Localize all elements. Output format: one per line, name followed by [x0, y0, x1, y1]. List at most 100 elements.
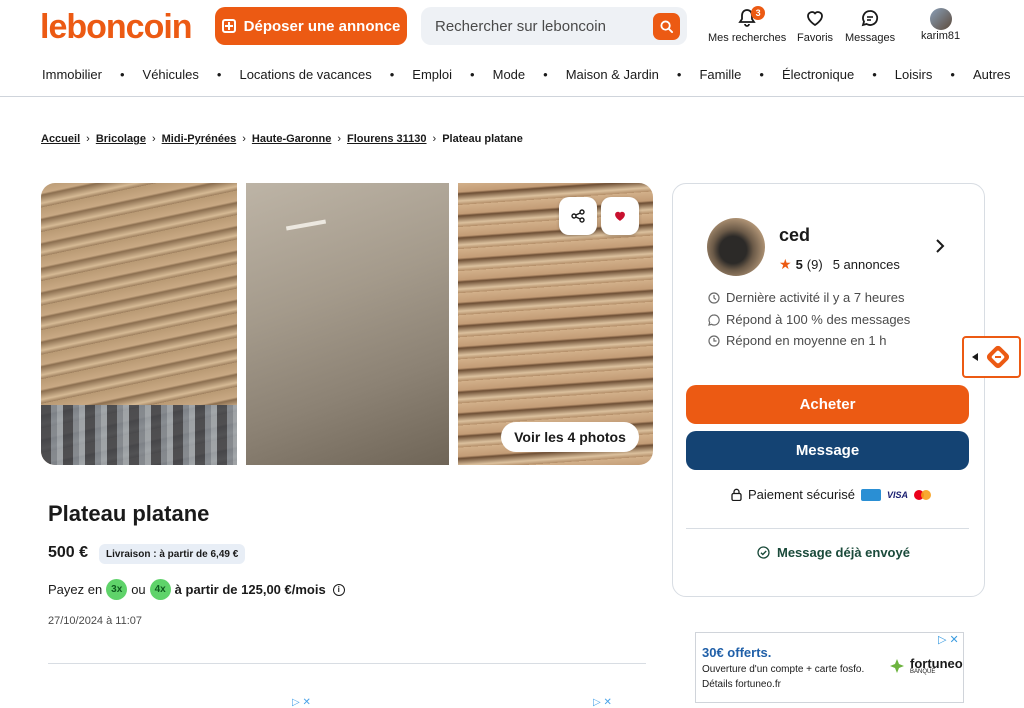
ad-brand-name: fortuneo	[910, 655, 963, 671]
listing-price: 500 €	[48, 544, 89, 561]
nav-separator: •	[950, 66, 955, 82]
clock-icon	[708, 334, 720, 347]
installment-3x-badge: 3x	[106, 579, 128, 600]
seller-avatar[interactable]	[707, 218, 765, 276]
rating-count: (9)	[806, 257, 823, 272]
mes-recherches-link[interactable]: 3 Mes recherches	[708, 6, 787, 44]
favoris-link[interactable]: Favoris	[797, 8, 833, 44]
share-icon	[571, 209, 585, 223]
notification-badge: 3	[751, 6, 766, 20]
nav-separator: •	[389, 66, 395, 82]
nav-item-autres[interactable]: Autres	[973, 67, 1011, 82]
favorite-button[interactable]	[601, 197, 639, 235]
heart-filled-icon	[615, 211, 625, 221]
user-avatar	[929, 8, 952, 30]
acheter-button[interactable]: Acheter	[686, 385, 969, 424]
nav-item-emploi[interactable]: Emploi	[412, 67, 452, 82]
message-sent-status: Message déjà envoyé	[757, 545, 910, 560]
chevron-right-icon: ›	[151, 133, 156, 145]
nav-item-loisirs[interactable]: Loisirs	[895, 67, 933, 82]
breadcrumb-flourens[interactable]: Flourens 31130	[347, 133, 427, 145]
breadcrumb-current: Plateau platane	[442, 133, 523, 145]
nav-item-locations[interactable]: Locations de vacances	[239, 67, 371, 82]
breadcrumb-midi-pyrenees[interactable]: Midi-Pyrénées	[162, 133, 237, 145]
mes-recherches-label: Mes recherches	[708, 32, 787, 44]
adchoices-icon[interactable]: ▷ ✕	[292, 697, 311, 708]
info-icon[interactable]: i	[332, 583, 345, 596]
nav-item-maison-jardin[interactable]: Maison & Jardin	[566, 67, 659, 82]
listing-date: 27/10/2024 à 11:07	[48, 615, 142, 627]
deposer-annonce-label: Déposer une annonce	[243, 17, 401, 35]
installment-4x-badge: 4x	[149, 579, 171, 600]
chevron-right-icon	[936, 239, 945, 253]
voir-photos-button[interactable]: Voir les 4 photos	[501, 422, 639, 452]
caret-left-icon	[972, 353, 978, 361]
seller-annonces: 5 annonces	[832, 257, 900, 272]
livraison-badge: Livraison : à partir de 6,49 €	[99, 544, 246, 564]
message-button[interactable]: Message	[686, 431, 969, 470]
search-button[interactable]	[653, 13, 680, 40]
seller-rating: ★ 5 (9) 5 annonces	[779, 256, 900, 273]
check-circle-icon	[757, 546, 770, 559]
payez-ou: ou	[131, 582, 146, 597]
content-divider	[48, 663, 646, 664]
heart-icon	[807, 11, 823, 27]
mastercard-icon	[913, 489, 932, 501]
deposer-annonce-button[interactable]: Déposer une annonce	[215, 7, 407, 45]
seller-name[interactable]: ced	[779, 225, 810, 246]
cb-card-icon	[860, 488, 881, 501]
nav-separator: •	[119, 66, 125, 82]
nav-item-electronique[interactable]: Électronique	[782, 67, 854, 82]
breadcrumb-haute-garonne[interactable]: Haute-Garonne	[252, 133, 331, 145]
stat-response-time: Répond en moyenne en 1 h	[708, 333, 886, 348]
secure-label: Paiement sécurisé	[748, 487, 855, 502]
chevron-right-icon: ›	[242, 133, 246, 145]
listing-title: Plateau platane	[48, 501, 210, 526]
user-account-link[interactable]: karim81	[921, 8, 960, 42]
card-divider	[686, 528, 969, 529]
search-input[interactable]: Rechercher sur leboncoin	[421, 7, 687, 45]
nav-separator: •	[872, 66, 877, 82]
search-icon	[660, 20, 673, 33]
breadcrumb-accueil[interactable]: Accueil	[41, 133, 80, 145]
nav-separator: •	[759, 66, 764, 82]
favoris-label: Favoris	[797, 32, 834, 44]
stat-label: Répond à 100 % des messages	[726, 312, 911, 327]
payment-installments: Payez en 3x ou 4x à partir de 125,00 €/m…	[48, 579, 345, 600]
seller-profile-link[interactable]	[934, 238, 946, 259]
stat-label: Répond en moyenne en 1 h	[726, 333, 887, 348]
plus-square-icon	[221, 19, 236, 33]
messages-label: Messages	[845, 32, 896, 44]
breadcrumb: Accueil › Bricolage › Midi-Pyrénées › Ha…	[41, 133, 523, 145]
nav-item-immobilier[interactable]: Immobilier	[42, 67, 102, 82]
secure-payment: Paiement sécurisé VISA	[731, 487, 932, 502]
ad-line-1: Ouverture d'un compte + carte fosfo.	[702, 664, 865, 675]
chevron-right-icon: ›	[86, 133, 90, 145]
ad-line-2: Détails fortuneo.fr	[702, 679, 781, 690]
stat-last-activity: Dernière activité il y a 7 heures	[708, 290, 904, 305]
search-placeholder: Rechercher sur leboncoin	[435, 17, 606, 35]
nav-item-famille[interactable]: Famille	[699, 67, 741, 82]
listing-photo-1[interactable]	[41, 183, 237, 465]
side-extension-widget[interactable]	[962, 336, 1021, 378]
stat-label: Dernière activité il y a 7 heures	[726, 290, 905, 305]
nav-separator: •	[676, 66, 682, 82]
chevron-right-icon: ›	[337, 133, 342, 145]
visa-icon: VISA	[886, 489, 908, 500]
breadcrumb-bricolage[interactable]: Bricolage	[96, 133, 146, 145]
stat-response-rate: Répond à 100 % des messages	[708, 312, 910, 327]
leboncoin-logo[interactable]: leboncoin	[40, 8, 193, 47]
nav-separator: •	[543, 66, 548, 82]
messages-link[interactable]: Messages	[845, 8, 895, 44]
listing-photo-2[interactable]	[246, 183, 449, 465]
adchoices-icon[interactable]: ▷ ✕	[593, 697, 612, 708]
nav-item-vehicules[interactable]: Véhicules	[143, 67, 199, 82]
lock-icon	[731, 488, 742, 501]
adchoices-icon[interactable]: ▷ ✕	[938, 633, 959, 646]
share-button[interactable]	[559, 197, 597, 235]
message-sent-label: Message déjà envoyé	[777, 545, 910, 560]
nav-item-mode[interactable]: Mode	[493, 67, 526, 82]
payez-prefix: Payez en	[48, 582, 103, 597]
header-divider	[0, 96, 1024, 97]
chat-bubble-icon	[708, 313, 720, 326]
